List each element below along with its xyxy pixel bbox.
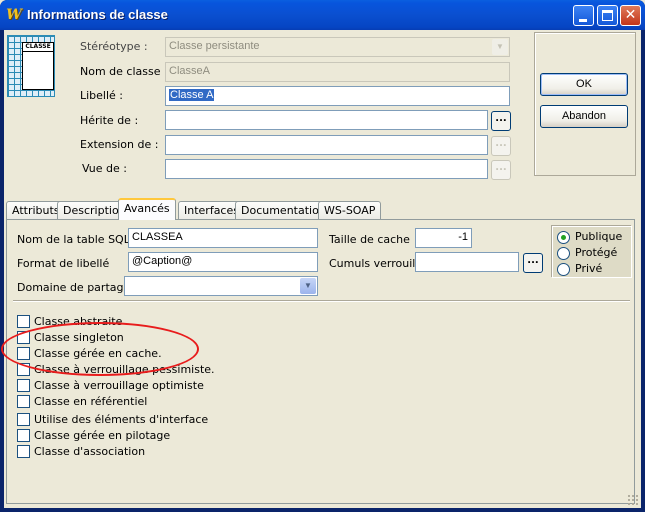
tab-avances[interactable]: Avancés [118,198,176,220]
label-format-field[interactable]: @Caption@ [128,252,318,272]
checkbox-verrouillage-optimiste[interactable] [17,379,30,392]
stereotype-select[interactable]: Classe persistante ▼ [165,37,510,57]
sharing-domain-select[interactable]: ▼ [124,276,318,296]
cache-size-field[interactable]: -1 [415,228,472,248]
checkbox-elements-interface[interactable] [17,413,30,426]
vue-de-browse-button[interactable]: ... [491,160,511,180]
label-format-label: Format de libellé [17,257,110,270]
class-diagram-icon: CLASSE [7,35,55,97]
checkbox-label: Utilise des éléments d'interface [34,413,209,426]
herite-de-browse-button[interactable]: ... [491,111,511,131]
section-divider [13,300,630,302]
tab-ws-soap[interactable]: WS-SOAP [318,201,382,219]
chevron-down-icon[interactable]: ▼ [300,278,316,294]
dialog-client: CLASSE Stéréotype : Classe persistante ▼… [4,30,641,508]
radio-label-publique: Publique [575,230,623,243]
checkbox-classe-pilotage[interactable] [17,429,30,442]
stereotype-value: Classe persistante [169,40,260,52]
extension-de-field[interactable] [165,135,488,155]
checkbox-label: Classe gérée en cache. [34,347,162,360]
checkbox-classe-association[interactable] [17,445,30,458]
checkbox-verrouillage-pessimiste[interactable] [17,363,30,376]
visibility-group: Publique Protégé Privé [552,226,632,278]
checkbox-label: Classe en référentiel [34,395,148,408]
checkbox-label: Classe à verrouillage pessimiste. [34,363,215,376]
locked-totals-browse-button[interactable]: ... [523,253,543,273]
libelle-value: Classe A [169,89,215,101]
dialog-window: W Informations de classe ✕ CLASSE Stéréo… [0,0,645,512]
resize-grip-icon[interactable] [627,494,639,506]
checkbox-label: Classe singleton [34,331,124,344]
libelle-label: Libellé : [80,89,124,102]
cancel-button[interactable]: Abandon [540,105,628,128]
chevron-down-icon[interactable]: ▼ [492,39,508,55]
checkbox-label: Classe à verrouillage optimiste [34,379,204,392]
herite-de-field[interactable] [165,110,488,130]
herite-de-label: Hérite de : [80,114,139,127]
class-name-label: Nom de classe : [80,65,168,78]
class-box-title: CLASSE [23,43,53,52]
close-button[interactable]: ✕ [620,5,641,26]
locked-totals-field[interactable] [415,252,519,272]
vue-de-label: Vue de : [82,162,127,175]
close-icon: ✕ [624,7,637,23]
maximize-button[interactable] [597,5,618,26]
sharing-domain-label: Domaine de partage : [17,281,138,294]
minimize-button[interactable] [573,5,594,26]
ok-button[interactable]: OK [540,73,628,96]
window-title: Informations de classe [27,7,168,22]
checkbox-classe-singleton[interactable] [17,331,30,344]
radio-prive[interactable] [557,263,570,276]
checkbox-label: Classe d'association [34,445,146,458]
title-bar[interactable]: W Informations de classe ✕ [0,0,645,30]
checkbox-classe-cache[interactable] [17,347,30,360]
radio-label-protege: Protégé [575,246,618,259]
locked-totals-label: Cumuls verrouillé [329,257,426,270]
extension-de-label: Extension de : [80,138,159,151]
radio-publique[interactable] [557,231,570,244]
extension-de-browse-button[interactable]: ... [491,136,511,156]
checkbox-classe-referentiel[interactable] [17,395,30,408]
vue-de-field[interactable] [165,159,488,179]
radio-protege[interactable] [557,247,570,260]
checkbox-classe-abstraite[interactable] [17,315,30,328]
cache-size-label: Taille de cache [329,233,410,246]
checkbox-label: Classe abstraite [34,315,123,328]
minimize-icon [579,19,587,22]
class-box-icon: CLASSE [22,42,54,90]
stereotype-label: Stéréotype : [80,40,148,53]
app-icon: W [6,7,22,23]
checkbox-label: Classe gérée en pilotage [34,429,171,442]
class-name-field[interactable]: ClasseA [165,62,510,82]
sql-table-field[interactable]: CLASSEA [128,228,318,248]
sql-table-label: Nom de la table SQL [17,233,130,246]
radio-selected-dot [561,235,566,240]
radio-label-prive: Privé [575,262,603,275]
actions-panel [534,32,636,176]
tab-panel-avances: Nom de la table SQL CLASSEA Format de li… [6,219,635,504]
maximize-icon [602,10,613,21]
libelle-field[interactable]: Classe A [165,86,510,106]
